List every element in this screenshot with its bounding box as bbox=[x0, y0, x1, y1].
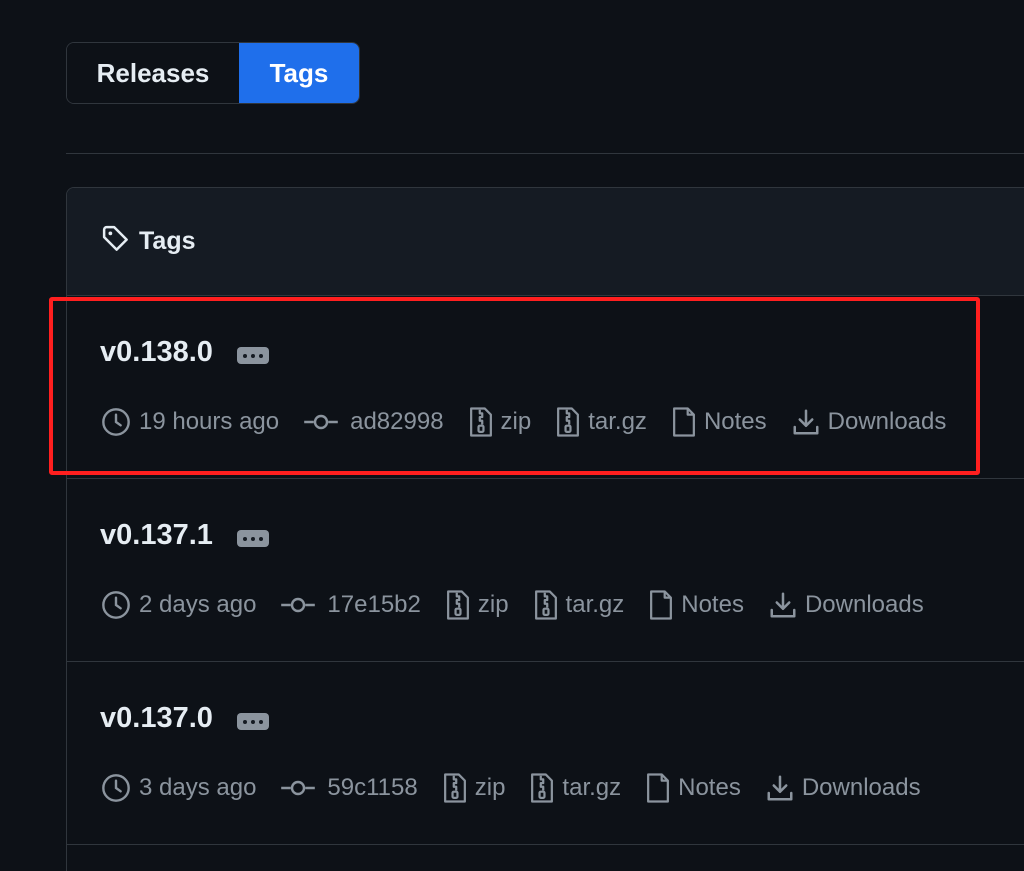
zip-download-link[interactable]: zip bbox=[442, 772, 506, 804]
ellipsis-button[interactable] bbox=[236, 530, 269, 547]
git-commit-icon bbox=[304, 414, 338, 430]
page: Releases Tags Tags v0.138.0 19 hours ago… bbox=[0, 0, 1024, 871]
commit-sha: 59c1158 bbox=[327, 774, 418, 801]
clock-icon bbox=[102, 774, 130, 802]
file-icon bbox=[647, 773, 670, 803]
file-zip-icon bbox=[531, 773, 554, 803]
tag-name-link[interactable]: v0.137.1 bbox=[100, 519, 213, 552]
tags-box: Tags v0.138.0 19 hours ago ad82998 zip t… bbox=[66, 187, 1024, 871]
divider bbox=[66, 153, 1024, 154]
tag-meta: 19 hours ago ad82998 zip tar.gz Notes Do… bbox=[100, 406, 970, 438]
notes-label: Notes bbox=[678, 774, 741, 801]
tag-icon bbox=[101, 224, 131, 259]
targz-download-link[interactable]: tar.gz bbox=[533, 589, 625, 621]
file-zip-icon bbox=[446, 590, 469, 620]
clock-icon bbox=[102, 408, 130, 436]
zip-label: zip bbox=[474, 774, 506, 801]
tag-time-text: 19 hours ago bbox=[139, 408, 280, 435]
targz-label: tar.gz bbox=[565, 591, 625, 618]
tag-name-link[interactable]: v0.137.0 bbox=[100, 702, 213, 735]
commit-sha: ad82998 bbox=[350, 408, 444, 435]
tag-time: 19 hours ago bbox=[100, 406, 279, 438]
notes-label: Notes bbox=[681, 591, 744, 618]
tag-row: v0.137.1 2 days ago 17e15b2 zip tar.gz N… bbox=[67, 479, 1024, 662]
notes-link[interactable]: Notes bbox=[648, 589, 744, 621]
commit-link[interactable]: 17e15b2 bbox=[280, 591, 421, 619]
tag-name-link[interactable]: v0.138.0 bbox=[100, 336, 213, 369]
tag-row: v0.137.0 3 days ago 59c1158 zip tar.gz N… bbox=[67, 662, 1024, 845]
tags-box-header: Tags bbox=[67, 188, 1024, 296]
targz-label: tar.gz bbox=[562, 774, 622, 801]
downloads-link[interactable]: Downloads bbox=[768, 590, 924, 620]
tag-meta: 3 days ago 59c1158 zip tar.gz Notes Down… bbox=[100, 772, 945, 804]
tag-time: 3 days ago bbox=[100, 772, 256, 804]
tag-row: v0.138.0 19 hours ago ad82998 zip tar.gz… bbox=[67, 296, 1024, 479]
file-zip-icon bbox=[469, 407, 492, 437]
zip-download-link[interactable]: zip bbox=[445, 589, 509, 621]
tab-releases[interactable]: Releases bbox=[67, 43, 239, 103]
file-icon bbox=[650, 590, 673, 620]
downloads-link[interactable]: Downloads bbox=[765, 773, 921, 803]
zip-label: zip bbox=[477, 591, 509, 618]
downloads-link[interactable]: Downloads bbox=[791, 407, 947, 437]
tag-time-text: 3 days ago bbox=[139, 774, 257, 801]
git-commit-icon bbox=[281, 780, 316, 796]
notes-label: Notes bbox=[703, 408, 767, 435]
tag-time: 2 days ago bbox=[100, 589, 256, 621]
targz-download-link[interactable]: tar.gz bbox=[529, 772, 621, 804]
download-icon bbox=[770, 592, 796, 618]
file-zip-icon bbox=[534, 590, 557, 620]
downloads-label: Downloads bbox=[804, 591, 924, 618]
targz-label: tar.gz bbox=[588, 408, 647, 435]
downloads-label: Downloads bbox=[801, 774, 921, 801]
file-zip-icon bbox=[443, 773, 466, 803]
zip-label: zip bbox=[500, 408, 532, 435]
file-icon bbox=[672, 407, 695, 437]
ellipsis-button[interactable] bbox=[236, 713, 269, 730]
commit-link[interactable]: ad82998 bbox=[303, 408, 444, 436]
commit-link[interactable]: 59c1158 bbox=[280, 774, 418, 802]
targz-download-link[interactable]: tar.gz bbox=[555, 406, 647, 438]
commit-sha: 17e15b2 bbox=[327, 591, 421, 618]
notes-link[interactable]: Notes bbox=[671, 406, 767, 438]
download-icon bbox=[767, 775, 793, 801]
file-zip-icon bbox=[557, 407, 580, 437]
tab-tags[interactable]: Tags bbox=[239, 43, 359, 103]
git-commit-icon bbox=[281, 597, 316, 613]
notes-link[interactable]: Notes bbox=[645, 772, 741, 804]
ellipsis-button[interactable] bbox=[236, 347, 269, 364]
tag-time-text: 2 days ago bbox=[139, 591, 257, 618]
tags-box-title: Tags bbox=[139, 227, 196, 255]
downloads-label: Downloads bbox=[827, 408, 947, 435]
download-icon bbox=[793, 409, 819, 435]
zip-download-link[interactable]: zip bbox=[468, 406, 532, 438]
clock-icon bbox=[102, 591, 130, 619]
releases-tags-toggle: Releases Tags bbox=[66, 42, 360, 104]
tag-meta: 2 days ago 17e15b2 zip tar.gz Notes Down… bbox=[100, 589, 948, 621]
